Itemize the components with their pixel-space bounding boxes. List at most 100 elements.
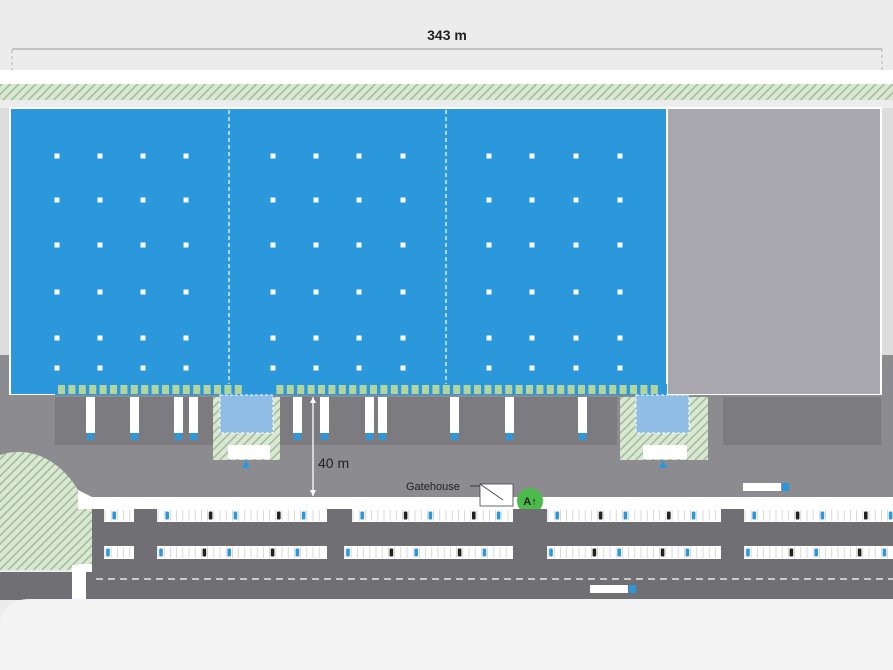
structural-column [140,153,146,159]
road-marker [743,483,781,491]
structural-column [529,197,535,203]
dock-door [463,385,471,394]
car-icon [691,511,696,520]
dock-door [203,385,211,394]
structural-column [617,365,623,371]
structural-column [97,153,103,159]
structural-column [54,289,60,295]
car-icon [857,548,862,557]
dock-door [515,385,523,394]
structural-column [617,242,623,248]
truck-cab [321,433,328,440]
structural-column [356,335,362,341]
structural-column [313,335,319,341]
structural-column [486,335,492,341]
ramp-west [213,394,280,468]
dock-door [297,385,305,394]
yard-depth-label: 40 m [318,455,349,471]
structural-column [183,197,189,203]
structural-column [400,242,406,248]
car-icon [457,548,462,557]
structural-column [97,242,103,248]
car-icon [270,548,275,557]
structural-column [97,197,103,203]
dock-door [453,385,461,394]
structural-column [529,335,535,341]
dock-door [588,385,596,394]
structural-column [356,153,362,159]
car-icon [549,548,553,557]
west-road-edge [72,565,86,600]
dock-door [162,385,169,394]
structural-column [183,289,189,295]
structural-column [529,153,535,159]
dock-door [401,385,409,394]
car-icon [277,511,281,520]
structural-column [356,197,362,203]
warehouse-grey-section [666,107,882,396]
parking-row [744,546,893,559]
car-icon [814,548,818,557]
structural-column [54,335,60,341]
dock-door [89,385,97,394]
car-icon [617,548,621,557]
car-icon [660,548,665,557]
dock-door [536,385,544,394]
trailer [293,397,302,433]
width-dimension-label: 343 m [427,27,467,43]
structural-column [183,335,189,341]
trailer [378,397,387,433]
structural-column [140,335,146,341]
dock-door [578,385,585,394]
dock-door [338,385,346,394]
car-icon [208,511,213,520]
dock-door [214,385,221,394]
dock-door [557,385,565,394]
car-icon [746,548,750,557]
dock-door [307,385,315,394]
structural-column [573,289,579,295]
dock-door [120,385,128,394]
dock-door [276,385,284,394]
structural-column [270,335,276,341]
structural-column [97,335,103,341]
car-icon [295,548,300,557]
west-strip [0,108,10,395]
car-icon [414,548,418,557]
structural-column [617,197,623,203]
car-icon [233,511,238,520]
west-strip-dark [0,355,10,395]
car-icon [165,511,169,520]
structural-column [313,365,319,371]
ramp-east [620,394,708,468]
dock-door [286,385,294,394]
structural-column [486,197,492,203]
dock-door [141,385,149,394]
dock-door [151,385,159,394]
car-icon [789,548,794,557]
car-icon [360,511,364,520]
dock-door [640,385,648,394]
structural-column [573,242,579,248]
car-icon [667,511,671,520]
dock-door [99,385,107,394]
dock-door [609,385,617,394]
dock-door [650,385,658,394]
car-icon [301,511,306,520]
green-island [78,509,92,564]
gatehouse-access-badge: A↑ [523,496,536,508]
car-icon [202,548,207,557]
structural-column [356,365,362,371]
structural-column [270,365,276,371]
truck-cab [87,433,94,440]
dock-door [598,385,606,394]
car-icon [112,511,116,520]
car-icon [482,548,487,557]
dock-door [505,385,513,394]
dock-door [224,385,232,394]
structural-column [140,365,146,371]
structural-column [313,242,319,248]
dock-door [193,385,201,394]
structural-column [400,365,406,371]
trailer [320,397,329,433]
